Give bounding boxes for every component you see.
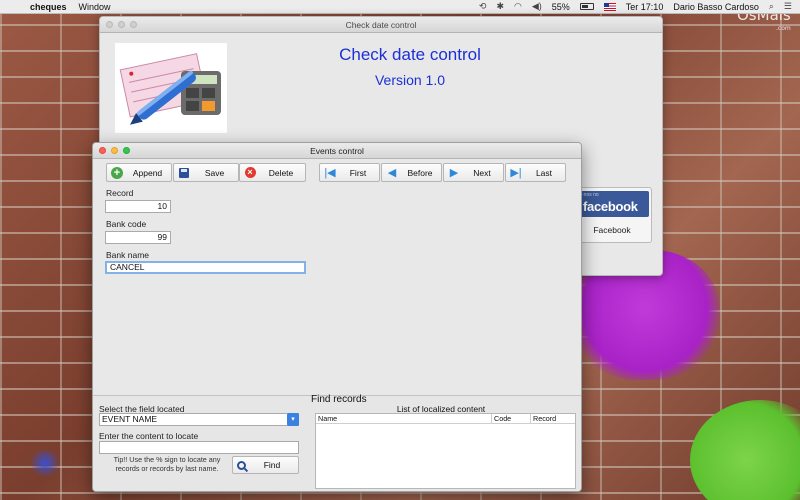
time-machine-icon[interactable]: ⟲ [479, 1, 487, 12]
column-header-code[interactable]: Code [492, 414, 531, 423]
bank-code-field[interactable]: 99 [105, 231, 171, 244]
front-window-title: Events control [310, 145, 364, 156]
record-field[interactable]: 10 [105, 200, 171, 213]
app-version: Version 1.0 [374, 72, 446, 88]
close-button[interactable] [99, 147, 106, 154]
facebook-button[interactable]: -nos no facebook Facebook [572, 187, 652, 243]
delete-x-icon: × [244, 167, 256, 178]
close-button[interactable] [106, 21, 113, 28]
facebook-logo-icon: facebook [583, 199, 638, 214]
spotlight-search-icon[interactable]: ⌕ [769, 1, 774, 12]
wifi-icon[interactable]: ◠ [514, 1, 522, 12]
bank-name-field[interactable]: CANCEL [105, 261, 306, 274]
minimize-button[interactable] [111, 147, 118, 154]
menu-user-name[interactable]: Dario Basso Cardoso [673, 2, 759, 12]
menu-clock[interactable]: Ter 17:10 [626, 2, 664, 12]
content-locate-label: Enter the content to locate [99, 431, 199, 441]
magnifier-icon [237, 460, 246, 470]
delete-button[interactable]: × Delete [239, 163, 306, 182]
column-header-name[interactable]: Name [316, 414, 492, 423]
first-button[interactable]: |◀ First [319, 163, 380, 182]
back-window-title: Check date control [345, 19, 417, 30]
last-button[interactable]: ▶| Last [505, 163, 566, 182]
results-header: Name Code Record [316, 414, 575, 424]
input-source-flag-icon[interactable] [603, 2, 616, 11]
facebook-banner: -nos no facebook [579, 191, 649, 217]
menu-app-name[interactable]: cheques [30, 2, 67, 12]
minimize-button[interactable] [118, 21, 125, 28]
bluetooth-icon[interactable]: ✱ [496, 1, 504, 12]
save-button[interactable]: Save [173, 163, 239, 182]
bank-name-label: Bank name [106, 250, 149, 260]
find-button[interactable]: Find [232, 456, 299, 474]
wallpaper-paint-splash-blue [28, 450, 62, 476]
wallpaper-paint-splash-green [690, 400, 800, 500]
search-tip: Tip!! Use the % sign to locate any recor… [113, 455, 221, 473]
volume-icon[interactable]: ◀) [532, 1, 542, 12]
menu-bar-status-area: ⟲ ✱ ◠ ◀) 55% Ter 17:10 Dario Basso Cardo… [479, 1, 800, 12]
next-button[interactable]: ▶ Next [443, 163, 504, 182]
append-button[interactable]: + Append [106, 163, 172, 182]
menu-bar: cheques Window ⟲ ✱ ◠ ◀) 55% Ter 17:10 Da… [0, 0, 800, 14]
notification-center-icon[interactable]: ☰ [784, 1, 792, 12]
app-heading: Check date control [339, 45, 481, 64]
menu-window[interactable]: Window [79, 2, 111, 12]
zoom-button[interactable] [123, 147, 130, 154]
before-button[interactable]: ◀ Before [381, 163, 442, 182]
bank-code-label: Bank code [106, 219, 147, 229]
previous-arrow-icon: ◀ [387, 166, 397, 179]
events-control-window: Events control + Append Save × Delete |◀… [92, 142, 582, 492]
back-window-titlebar[interactable]: Check date control [100, 17, 662, 33]
facebook-label: Facebook [593, 225, 631, 235]
battery-icon[interactable] [579, 3, 594, 10]
content-search-input[interactable] [99, 441, 299, 454]
next-arrow-icon: ▶ [449, 166, 459, 179]
cheque-pen-calculator-icon [119, 53, 221, 125]
skip-to-first-icon: |◀ [324, 166, 336, 179]
field-select-dropdown[interactable]: EVENT NAME ▾ [99, 413, 299, 426]
skip-to-last-icon: ▶| [510, 166, 522, 179]
app-logo [115, 43, 227, 133]
plus-icon: + [111, 166, 123, 179]
chevron-down-icon[interactable]: ▾ [287, 413, 299, 426]
zoom-button[interactable] [130, 21, 137, 28]
floppy-disk-icon [179, 167, 189, 178]
column-header-record[interactable]: Record [531, 414, 575, 423]
front-window-titlebar[interactable]: Events control [93, 143, 581, 159]
results-list[interactable]: Name Code Record [315, 413, 576, 489]
battery-percent[interactable]: 55% [552, 2, 570, 12]
record-label: Record [106, 188, 134, 198]
